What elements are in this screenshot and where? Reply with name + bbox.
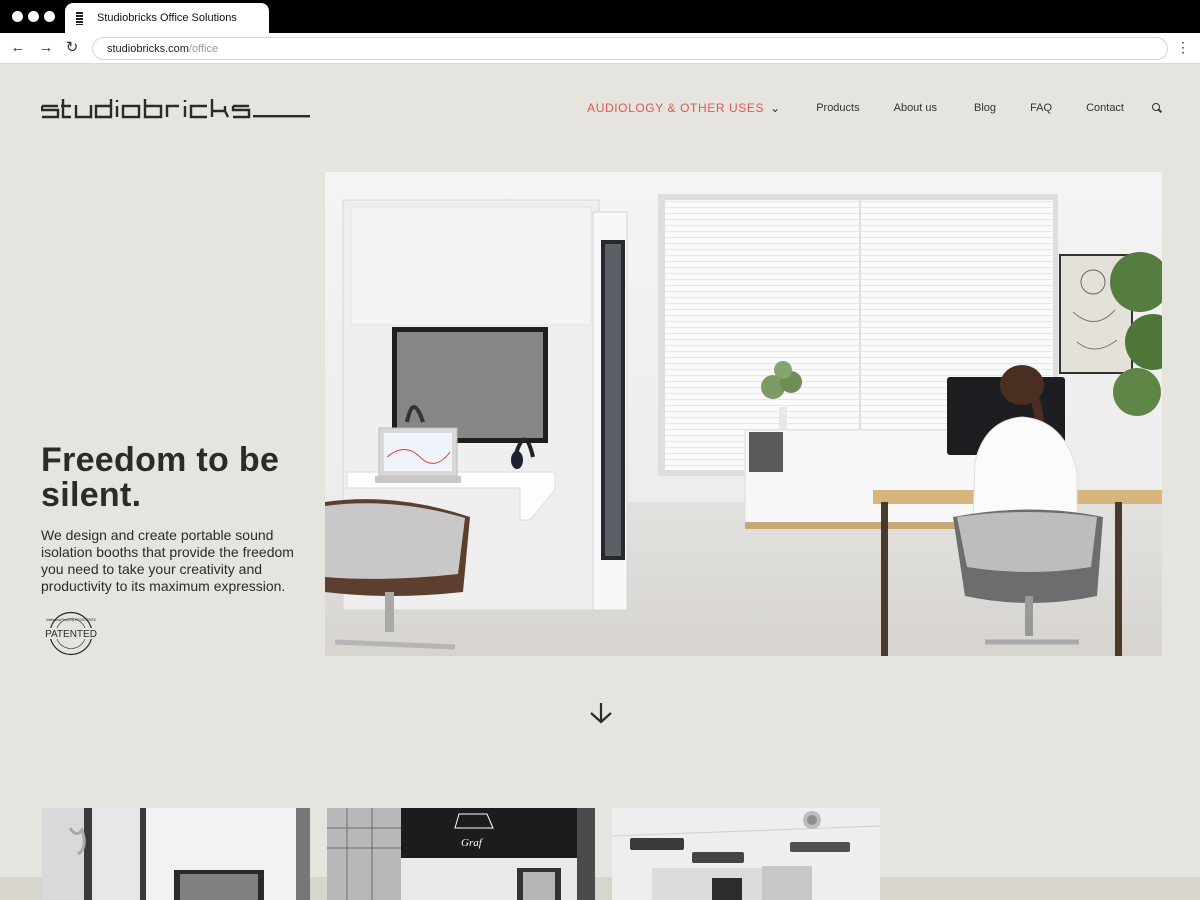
- hero-title: Freedom to be silent.: [41, 441, 280, 514]
- patented-ring-text: Intellectual Property REGISTERED: [46, 618, 96, 622]
- gallery-thumbnails: Graf: [42, 808, 880, 900]
- arrow-down-icon[interactable]: [589, 702, 613, 724]
- svg-text:Graf: Graf: [461, 837, 484, 849]
- back-arrow-icon[interactable]: ←: [9, 39, 27, 57]
- window-dot-maximize[interactable]: [44, 11, 55, 22]
- hero-image: [325, 172, 1162, 656]
- reload-icon[interactable]: ↻: [63, 39, 81, 57]
- patented-badge: PATENTED Intellectual Property REGISTERE…: [41, 611, 101, 656]
- forward-arrow-icon[interactable]: →: [37, 39, 55, 57]
- browser-tab-bar: Studiobricks Office Solutions: [0, 0, 1200, 34]
- tab-title: Studiobricks Office Solutions: [97, 12, 237, 24]
- nav-item-about[interactable]: About us: [894, 102, 937, 114]
- booth-photo-1: [42, 808, 310, 900]
- gallery-thumbnail-3[interactable]: [612, 808, 880, 900]
- nav-item-products[interactable]: Products: [816, 102, 859, 114]
- nav-item-blog[interactable]: Blog: [974, 102, 996, 114]
- patented-label: PATENTED: [45, 629, 97, 640]
- browser-menu-icon[interactable]: ⋮: [1176, 39, 1190, 56]
- favicon-icon: [76, 12, 83, 25]
- office-booth-illustration: [325, 172, 1162, 656]
- booth-photo-2: Graf: [327, 808, 595, 900]
- address-bar[interactable]: studiobricks.com/office: [92, 37, 1168, 60]
- window-dot-close[interactable]: [12, 11, 23, 22]
- nav-item-contact[interactable]: Contact: [1086, 102, 1124, 114]
- browser-tab[interactable]: Studiobricks Office Solutions: [65, 3, 269, 34]
- gallery-thumbnail-2[interactable]: Graf: [327, 808, 595, 900]
- url-text: studiobricks.com/office: [107, 43, 219, 55]
- search-icon[interactable]: [1152, 103, 1162, 113]
- nav-item-faq[interactable]: FAQ: [1030, 102, 1052, 114]
- studiobricks-logo[interactable]: studiobricks: [41, 97, 311, 119]
- hero-description: We design and create portable sound isol…: [41, 527, 294, 594]
- browser-toolbar: ← → ↻ studiobricks.com/office ⋮: [0, 33, 1200, 64]
- main-navigation: AUDIOLOGY & OTHER USES ⌄ Products About …: [587, 101, 1162, 115]
- chevron-down-icon[interactable]: ⌄: [770, 101, 780, 115]
- nav-item-audiology[interactable]: AUDIOLOGY & OTHER USES: [587, 101, 764, 115]
- window-dot-minimize[interactable]: [28, 11, 39, 22]
- gallery-thumbnail-1[interactable]: [42, 808, 310, 900]
- booth-photo-3: [612, 808, 880, 900]
- window-controls: [12, 11, 55, 22]
